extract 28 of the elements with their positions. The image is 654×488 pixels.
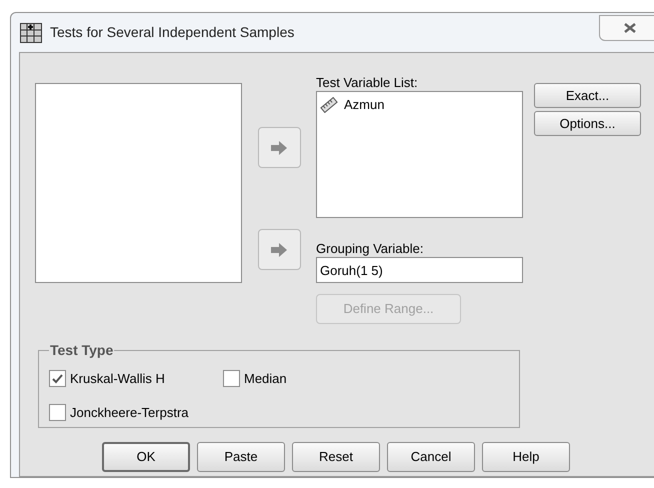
dialog-button[interactable]: Cancel	[387, 442, 475, 472]
dialog-button[interactable]: Help	[482, 442, 570, 472]
close-button[interactable]	[599, 14, 654, 40]
grouping-variable-field[interactable]: Goruh(1 5)	[316, 257, 523, 283]
checkbox-label: Kruskal-Wallis H	[70, 370, 165, 388]
group-title: Test Type	[49, 341, 114, 360]
dialog-button[interactable]: OK	[102, 442, 190, 472]
move-arrow-button[interactable]	[258, 229, 300, 270]
field-label: Test Variable List:	[316, 74, 419, 91]
list-item[interactable]: Azmun	[344, 95, 384, 114]
move-arrow-button[interactable]	[258, 127, 300, 168]
window-title: Tests for Several Independent Samples	[50, 23, 294, 42]
checkbox[interactable]	[49, 370, 66, 388]
checkmark-icon	[52, 374, 63, 384]
checkbox-label: Median	[244, 370, 287, 388]
checkbox-label: Jonckheere-Terpstra	[70, 404, 188, 422]
close-icon	[624, 22, 636, 32]
checkbox[interactable]	[223, 370, 240, 388]
dialog-button[interactable]: Paste	[197, 442, 285, 472]
checkbox[interactable]	[49, 404, 66, 421]
arrow-right-icon	[270, 242, 288, 256]
arrow-right-icon	[270, 140, 288, 154]
side-button[interactable]: Exact...	[534, 83, 641, 108]
field-label: Grouping Variable:	[316, 240, 424, 257]
grid-icon	[20, 22, 42, 42]
test-variable-list[interactable]: Azmun	[316, 91, 523, 218]
dialog-button[interactable]: Reset	[292, 442, 380, 472]
side-button[interactable]: Options...	[534, 111, 641, 136]
